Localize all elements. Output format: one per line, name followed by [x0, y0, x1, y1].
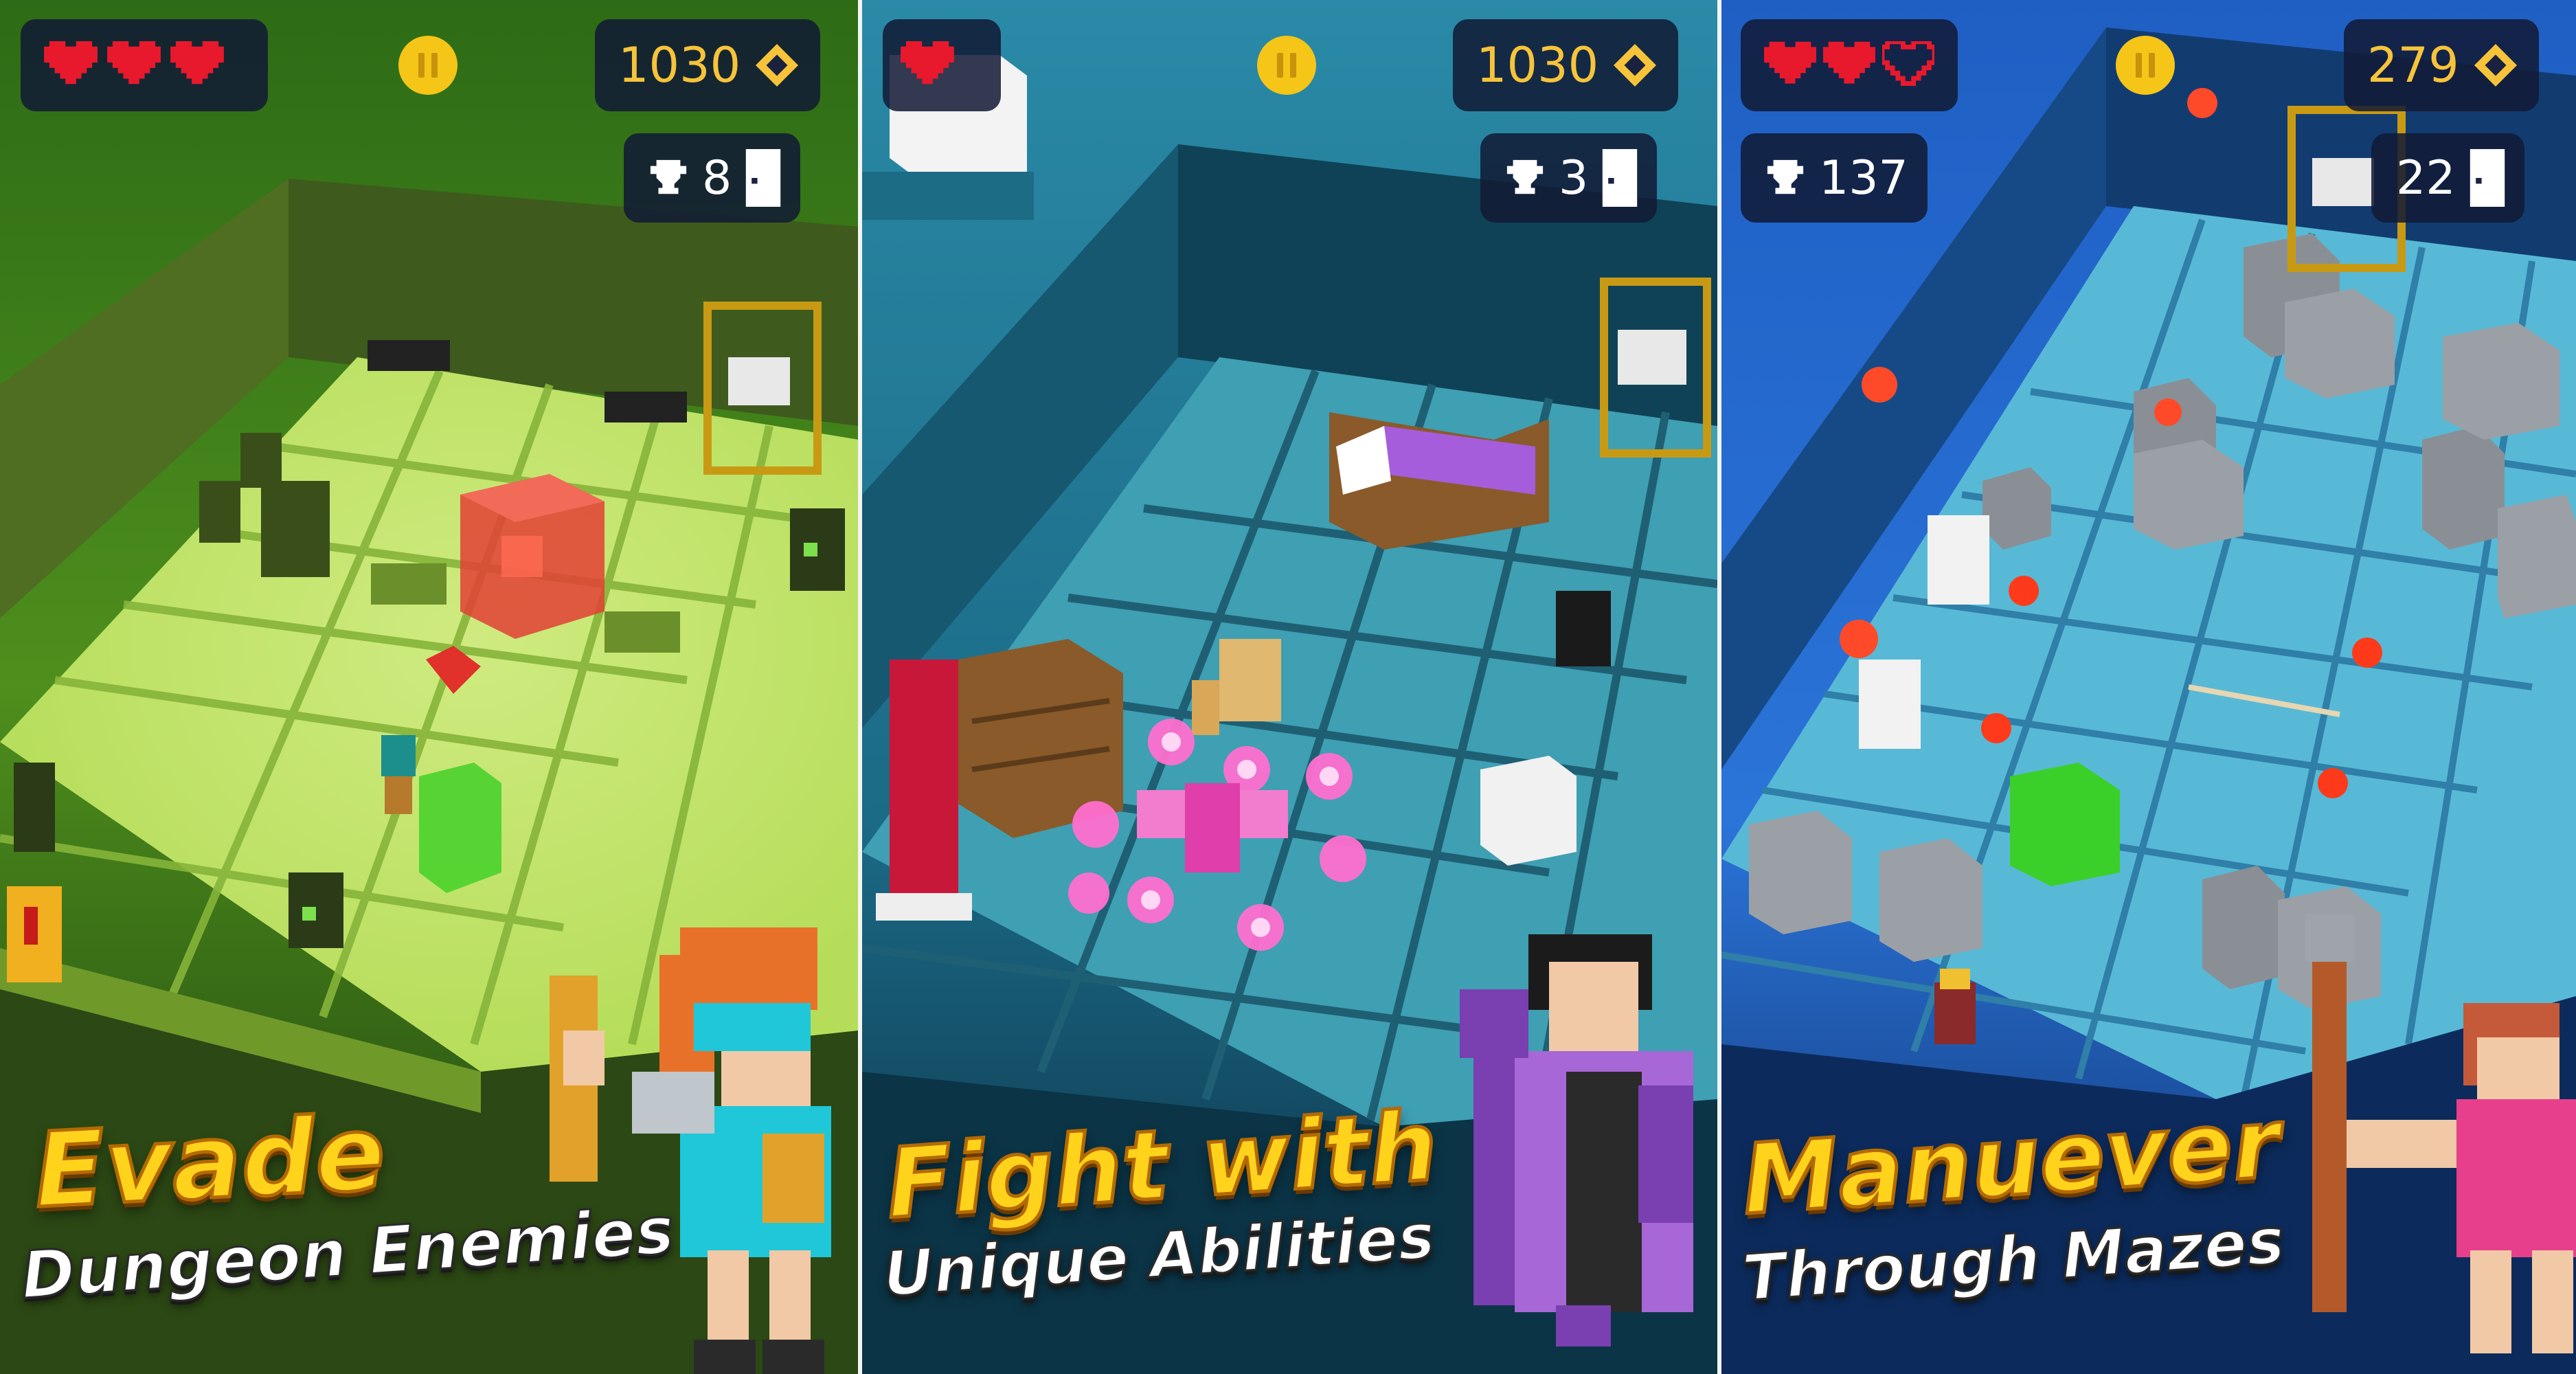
- trophy-icon: [1506, 159, 1544, 194]
- trophy-count: 137: [1819, 150, 1908, 205]
- door-icon: [1603, 149, 1638, 207]
- heart-icon: [1764, 41, 1816, 84]
- coin-counter: 279: [2344, 19, 2539, 111]
- heart-icon: [170, 41, 224, 85]
- trophy-count: 3: [1559, 150, 1589, 205]
- coin-counter: 1030: [595, 19, 821, 111]
- door-icon: [2470, 149, 2505, 207]
- screenshot-panel-manuever: 279 137 22 Manuever Through Mazes: [1721, 0, 2576, 1374]
- coin-count: 1030: [618, 37, 741, 93]
- coin-count: 1030: [1476, 37, 1599, 93]
- pause-icon: [2136, 53, 2142, 78]
- trophy-count: 8: [702, 150, 732, 205]
- lives-panel: [21, 19, 268, 111]
- progress-counter: 3: [1480, 133, 1658, 223]
- heart-icon: [44, 41, 98, 85]
- trophy-icon: [1767, 159, 1804, 194]
- pause-button[interactable]: [1257, 36, 1316, 95]
- trophy-counter: 137: [1741, 133, 1928, 223]
- lives-panel: [1741, 19, 1958, 111]
- door-count: 22: [2396, 150, 2456, 205]
- pause-button[interactable]: [2116, 36, 2175, 95]
- pause-icon: [418, 53, 425, 78]
- diamond-coin-icon: [756, 44, 799, 87]
- caption-title: Evade: [30, 1092, 389, 1232]
- pause-icon: [1277, 53, 1283, 78]
- heart-empty-icon: [1882, 41, 1934, 87]
- door-counter: 22: [2371, 133, 2524, 223]
- diamond-coin-icon: [1614, 44, 1657, 87]
- door-icon: [746, 149, 781, 207]
- coin-count: 279: [2367, 37, 2459, 93]
- pause-icon-bar: [2149, 53, 2155, 78]
- heart-icon: [1823, 41, 1875, 84]
- heart-icon: [107, 41, 161, 85]
- pause-icon-bar: [1290, 53, 1296, 78]
- screenshot-panel-evade: 1030 8 Evade Dungeon Enemies: [0, 0, 859, 1374]
- lives-panel: [883, 19, 1001, 111]
- heart-icon: [901, 41, 954, 85]
- trophy-icon: [650, 159, 687, 194]
- pause-button[interactable]: [398, 36, 457, 95]
- coin-counter: 1030: [1453, 19, 1679, 111]
- diamond-coin-icon: [2474, 44, 2517, 87]
- screenshot-panel-fight: 1030 3 Fight with Unique Abilities: [862, 0, 1717, 1374]
- pause-icon-bar: [431, 53, 438, 78]
- progress-counter: 8: [624, 133, 801, 223]
